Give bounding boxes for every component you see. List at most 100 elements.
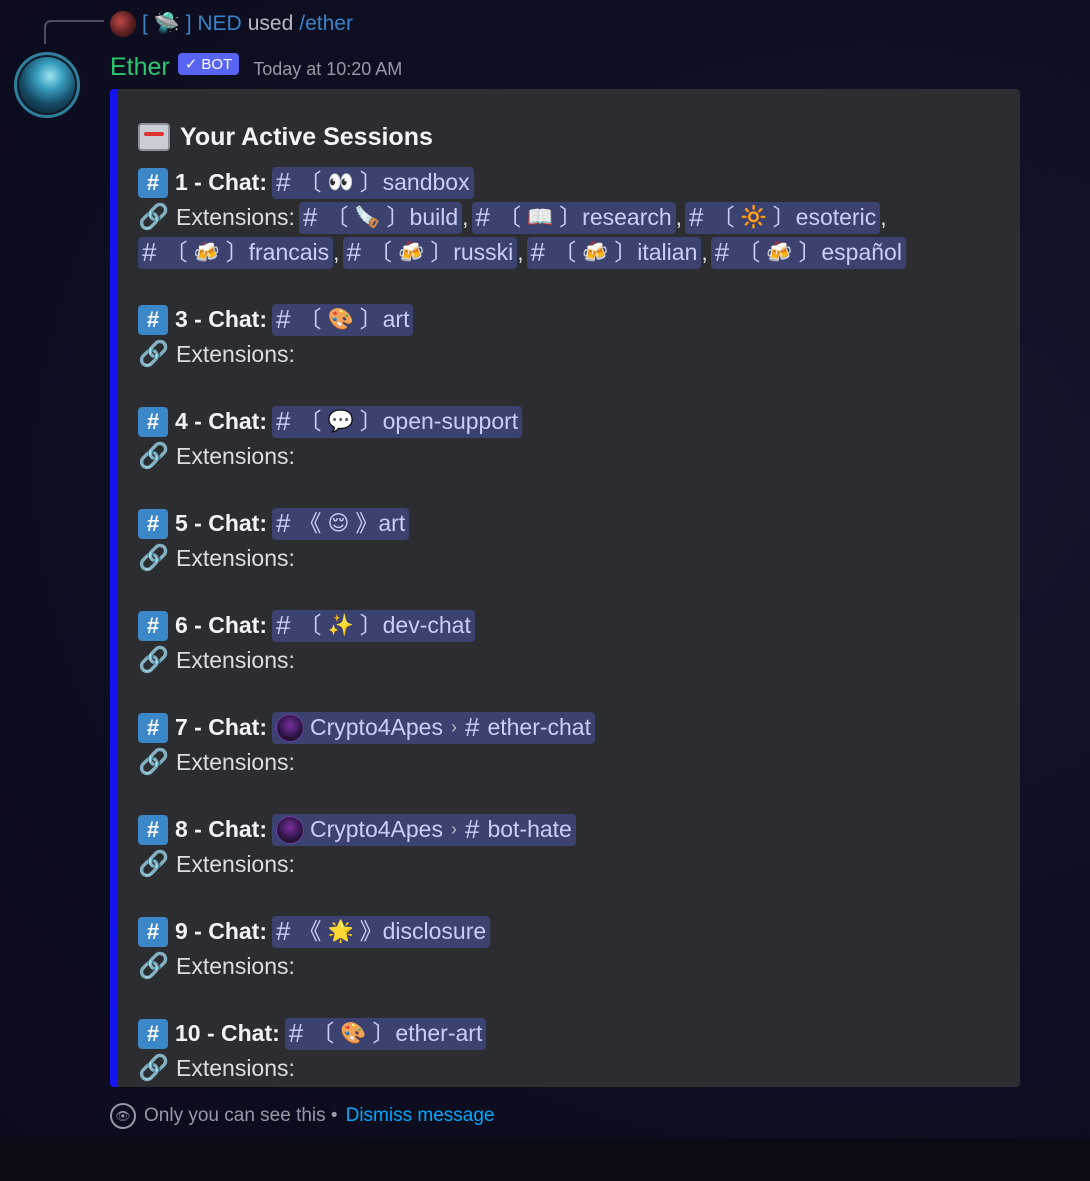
link-icon: 🔗 — [138, 646, 170, 674]
channel-hash-icon: # — [464, 712, 480, 742]
relieved-face-icon: 😌 — [327, 512, 350, 535]
separator: , — [462, 204, 469, 230]
extension-mention[interactable]: # 〔 🍻 〕 russki — [342, 236, 518, 269]
channel-hash-icon: # — [276, 406, 291, 436]
session-row: # 10 - Chat: # 〔 🎨 〕 ether-art — [138, 1016, 998, 1051]
timestamp[interactable]: Today at 10:20 AM — [253, 59, 402, 80]
channel-mention[interactable]: Crypto4Apes › # ether-chat — [272, 711, 595, 744]
bracket-close: 〕 — [359, 408, 383, 434]
extensions-row-continued: # 〔 🍻 〕 francais , # 〔 🍻 〕 russki , # 〔 … — [138, 235, 998, 270]
chevron-right-icon: › — [450, 819, 457, 839]
extensions-label: Extensions: — [176, 341, 295, 367]
channel-hash-icon: # — [530, 237, 546, 267]
session-label: 3 - Chat: — [175, 306, 267, 332]
extensions-row: 🔗 Extensions: # 〔 🪚 〕 build , # 〔 📖 〕 re… — [138, 200, 998, 235]
eyes-icon: 👀 — [327, 171, 354, 194]
bracket-open: 〔 — [298, 612, 322, 638]
extensions-label: Extensions: — [176, 204, 295, 230]
author-name[interactable]: Ether — [110, 53, 170, 82]
channel-mention[interactable]: # 《 😌 》 art — [272, 507, 410, 540]
slash-command[interactable]: /ether — [299, 12, 353, 36]
extension-mention[interactable]: # 〔 🍻 〕 francais — [138, 236, 334, 269]
palette-icon: 🎨 — [327, 308, 354, 331]
extensions-row: 🔗 Extensions: — [138, 745, 998, 780]
dismiss-message-link[interactable]: Dismiss message — [346, 1105, 495, 1127]
bracket-close: 〕 — [430, 239, 454, 265]
session-label: 10 - Chat: — [175, 1020, 280, 1046]
replier-username: NED — [197, 12, 242, 35]
extensions-label: Extensions: — [176, 749, 295, 775]
channel-mention[interactable]: # 〔 👀 〕 sandbox — [272, 166, 474, 199]
session-row: # 4 - Chat: # 〔 💬 〕 open-support — [138, 404, 998, 439]
channel-mention[interactable]: # 〔 🎨 〕 art — [272, 303, 414, 336]
hash-icon: # — [138, 916, 168, 947]
channel-name: dev-chat — [382, 612, 471, 638]
link-icon: 🔗 — [138, 544, 170, 572]
extensions-label: Extensions: — [176, 1055, 295, 1081]
bracket-open: 〔 — [553, 239, 577, 265]
hash-icon: # — [138, 712, 168, 743]
extensions-row: 🔗 Extensions: — [138, 541, 998, 576]
session-label: 4 - Chat: — [175, 408, 267, 434]
bracket-close: 〕 — [614, 239, 638, 265]
extension-mention[interactable]: # 〔 🪚 〕 build — [298, 201, 463, 234]
bracket-close: 》 — [355, 510, 379, 536]
session-label: 8 - Chat: — [175, 816, 267, 842]
channel-name: sandbox — [382, 169, 470, 195]
extension-mention[interactable]: # 〔 🍻 〕 italian — [526, 236, 702, 269]
separator: , — [517, 239, 524, 265]
channel-name: art — [378, 510, 406, 536]
card-file-box-icon — [138, 123, 170, 151]
guild-name: Crypto4Apes — [310, 714, 443, 740]
separator: , — [880, 204, 887, 230]
channel-hash-icon: # — [714, 237, 730, 267]
bracket-close: 》 — [359, 918, 383, 944]
bracket-open: 〔 — [711, 204, 735, 230]
channel-hash-icon: # — [689, 202, 704, 232]
extension-mention[interactable]: # 〔 🔆 〕 esoteric — [685, 201, 881, 234]
extension-mention[interactable]: # 〔 📖 〕 research — [471, 201, 676, 234]
star-icon: 🌟 — [327, 920, 354, 943]
extensions-row: 🔗 Extensions: — [138, 439, 998, 474]
channel-mention[interactable]: Crypto4Apes › # bot-hate — [272, 813, 576, 846]
beer-icon: 🍻 — [582, 241, 609, 264]
session-row: # 9 - Chat: # 《 🌟 》 disclosure — [138, 914, 998, 949]
channel-mention[interactable]: # 〔 🎨 〕 ether-art — [284, 1017, 487, 1050]
bracket-open: 〔 — [298, 408, 322, 434]
extensions-row: 🔗 Extensions: — [138, 949, 998, 984]
session-label: 5 - Chat: — [175, 510, 267, 536]
bracket-open: 〔 — [325, 204, 349, 230]
chevron-right-icon: › — [450, 717, 457, 737]
channel-hash-icon: # — [142, 237, 157, 267]
channel-name: russki — [453, 239, 514, 265]
replier-avatar[interactable] — [110, 11, 136, 37]
channel-name: francais — [248, 239, 330, 265]
bracket-close: 〕 — [798, 239, 822, 265]
hash-icon: # — [138, 304, 168, 335]
channel-name: ether-chat — [487, 714, 591, 740]
beer-icon: 🍻 — [398, 241, 425, 264]
channel-name: research — [582, 204, 672, 230]
replier-name[interactable]: [ 🛸 ] NED — [142, 12, 242, 36]
ephemeral-footer: 👁 Only you can see this • Dismiss messag… — [110, 1101, 494, 1131]
separator: , — [701, 239, 708, 265]
hash-icon: # — [138, 610, 168, 641]
bracket-open: 〔 — [164, 239, 188, 265]
reply-reference[interactable]: [ 🛸 ] NED used /ether — [110, 10, 353, 38]
bracket-close: 〕 — [359, 612, 383, 638]
session-row: # 5 - Chat: # 《 😌 》 art — [138, 506, 998, 541]
bot-avatar[interactable] — [14, 52, 80, 118]
channel-hash-icon: # — [464, 814, 480, 844]
channel-mention[interactable]: # 《 🌟 》 disclosure — [272, 915, 491, 948]
extension-mention[interactable]: # 〔 🍻 〕 español — [710, 236, 906, 269]
channel-hash-icon: # — [276, 610, 291, 640]
separator: , — [333, 239, 340, 265]
channel-hash-icon: # — [302, 202, 318, 232]
bracket-open: 〔 — [737, 239, 761, 265]
extensions-label: Extensions: — [176, 953, 295, 979]
bracket-close: 〕 — [372, 1020, 396, 1046]
channel-mention[interactable]: # 〔 💬 〕 open-support — [272, 405, 523, 438]
guild-icon — [276, 815, 304, 844]
channel-mention[interactable]: # 〔 ✨ 〕 dev-chat — [272, 609, 475, 642]
channel-hash-icon: # — [346, 237, 362, 267]
